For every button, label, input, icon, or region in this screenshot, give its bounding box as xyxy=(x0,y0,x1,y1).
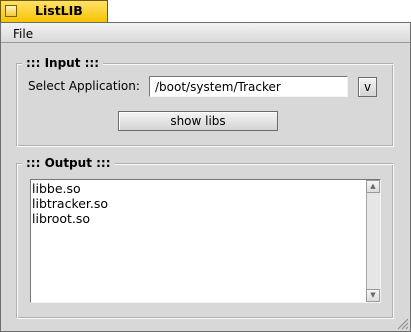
show-libs-button[interactable]: show libs xyxy=(118,111,278,131)
application-path-input[interactable] xyxy=(149,76,348,97)
menu-file[interactable]: File xyxy=(13,27,33,41)
vertical-scrollbar[interactable] xyxy=(366,180,380,302)
scroll-up-icon[interactable]: ▲ xyxy=(366,180,380,193)
list-item[interactable]: libtracker.so xyxy=(32,196,362,211)
output-group-legend: ::: Output ::: xyxy=(22,156,115,170)
browse-application-button[interactable]: v xyxy=(358,77,377,97)
select-application-label: Select Application: xyxy=(28,79,140,93)
window-title: ListLIB xyxy=(35,3,83,18)
list-item[interactable]: libroot.so xyxy=(32,211,362,226)
list-item[interactable]: libbe.so xyxy=(32,181,362,196)
close-icon[interactable] xyxy=(5,5,17,17)
library-list-items: libbe.so libtracker.so libroot.so xyxy=(32,181,362,226)
scroll-down-icon[interactable]: ▼ xyxy=(366,289,380,302)
input-group-legend: ::: Input ::: xyxy=(22,56,104,70)
resize-grip-icon[interactable] xyxy=(396,317,409,330)
menu-bar xyxy=(1,23,410,43)
